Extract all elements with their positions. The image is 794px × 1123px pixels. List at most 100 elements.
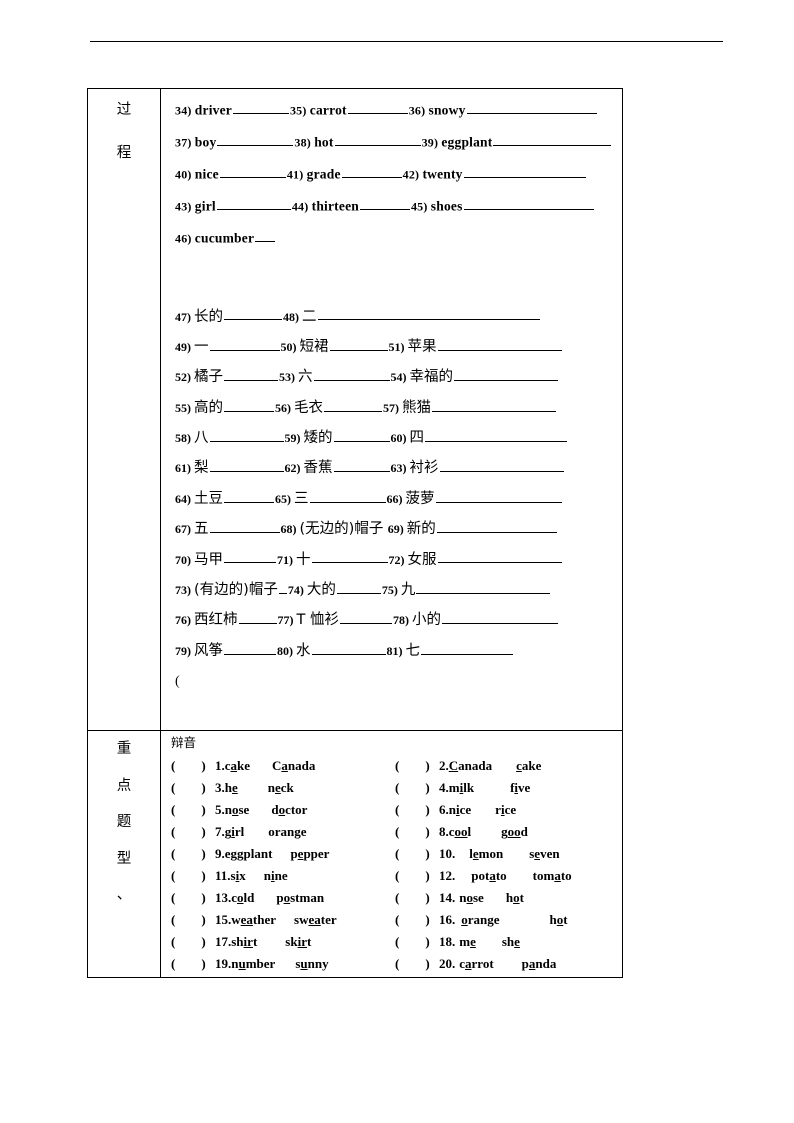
paren-close: ) — [425, 845, 430, 861]
answer-parenthesis-box[interactable]: () — [171, 891, 215, 904]
answer-blank[interactable] — [441, 610, 558, 625]
answer-blank[interactable] — [359, 197, 410, 211]
answer-blank[interactable] — [341, 165, 402, 179]
answer-blank[interactable] — [224, 641, 276, 655]
answer-parenthesis-box[interactable]: () — [171, 869, 215, 882]
answer-blank[interactable] — [416, 580, 551, 594]
phonetics-item-number: 3. — [215, 779, 225, 795]
answer-blank[interactable] — [324, 398, 382, 412]
paren-open: ( — [395, 889, 400, 905]
phonetics-row: () 7.girl orange() 8.cool good — [171, 825, 614, 838]
phonetics-item: () 13.cold postman — [171, 891, 395, 904]
item-number: 71) — [277, 552, 296, 567]
answer-blank[interactable] — [432, 398, 556, 412]
answer-blank[interactable] — [217, 133, 294, 147]
answer-parenthesis-box[interactable]: () — [171, 957, 215, 970]
answer-blank[interactable] — [209, 519, 280, 534]
answer-parenthesis-box[interactable]: () — [395, 759, 439, 772]
item-prompt-word: shoes — [430, 198, 463, 214]
item-prompt-word: 毛衣 — [294, 399, 323, 416]
answer-blank[interactable] — [224, 398, 274, 412]
answer-blank[interactable] — [466, 101, 597, 115]
answer-blank[interactable] — [278, 580, 287, 594]
answer-parenthesis-box[interactable]: () — [395, 891, 439, 904]
answer-parenthesis-box[interactable]: () — [171, 825, 215, 838]
answer-parenthesis-box[interactable]: () — [395, 825, 439, 838]
row-label-key-cell: 重点题型、 — [87, 730, 161, 978]
item-prompt-word: driver — [194, 102, 232, 118]
paren-close: ) — [425, 933, 430, 949]
answer-blank[interactable] — [224, 307, 282, 321]
answer-blank[interactable] — [209, 428, 284, 442]
answer-parenthesis-box[interactable]: () — [395, 803, 439, 816]
answer-parenthesis-box[interactable]: () — [395, 869, 439, 882]
item-number: 47) — [175, 309, 194, 324]
word-fragment: mon — [478, 845, 504, 861]
answer-blank[interactable] — [317, 307, 540, 321]
answer-blank[interactable] — [255, 229, 276, 243]
answer-blank[interactable] — [219, 165, 286, 179]
answer-blank[interactable] — [209, 458, 284, 473]
word-fragment: range — [467, 911, 500, 927]
paren-open: ( — [395, 955, 400, 971]
answer-blank[interactable] — [216, 197, 291, 211]
answer-blank[interactable] — [224, 550, 276, 564]
phonetics-row: () 19.number sunny() 20. carrot panda — [171, 957, 614, 970]
answer-parenthesis-box[interactable]: () — [171, 913, 215, 926]
answer-blank[interactable] — [336, 580, 381, 594]
word-fragment: pper — [303, 845, 330, 861]
answer-blank[interactable] — [311, 550, 388, 564]
answer-blank[interactable] — [463, 165, 586, 179]
answer-blank[interactable] — [439, 458, 564, 473]
answer-blank[interactable] — [347, 101, 408, 115]
item-prompt-word: twenty — [422, 166, 463, 182]
answer-blank[interactable] — [463, 197, 594, 211]
answer-parenthesis-box[interactable]: () — [395, 781, 439, 794]
answer-blank[interactable] — [425, 428, 567, 442]
word-fragment: nda — [535, 955, 557, 971]
phonetics-word-second: hot — [550, 912, 568, 927]
answer-blank[interactable] — [224, 489, 274, 503]
answer-blank[interactable] — [309, 489, 386, 503]
answer-blank[interactable] — [437, 337, 562, 351]
word-fragment: n — [448, 801, 456, 817]
answer-blank[interactable] — [339, 610, 392, 625]
answer-blank[interactable] — [238, 610, 277, 625]
answer-parenthesis-box[interactable]: () — [171, 847, 215, 860]
answer-blank[interactable] — [436, 519, 557, 534]
answer-parenthesis-box[interactable]: () — [395, 935, 439, 948]
item-number: 75) — [381, 582, 401, 597]
answer-parenthesis-box[interactable]: () — [395, 913, 439, 926]
answer-parenthesis-box[interactable]: () — [395, 847, 439, 860]
item-prompt-word: 长的 — [194, 308, 223, 325]
answer-parenthesis-box[interactable]: () — [395, 957, 439, 970]
answer-blank[interactable] — [334, 133, 421, 147]
answer-blank[interactable] — [224, 367, 278, 382]
phonetics-item: () 19.number sunny — [171, 957, 395, 970]
answer-parenthesis-box[interactable]: () — [171, 803, 215, 816]
answer-blank[interactable] — [454, 367, 558, 382]
item-number: 38) — [294, 135, 315, 150]
table-row-process: 过程 34) driver 35) carrot 36) snowy 37) boy 3… — [87, 87, 623, 732]
paren-close: ) — [425, 779, 430, 795]
answer-blank[interactable] — [311, 641, 386, 655]
answer-blank[interactable] — [437, 550, 562, 564]
item-prompt-word: 高的 — [194, 399, 223, 416]
answer-blank[interactable] — [333, 428, 390, 442]
answer-blank[interactable] — [329, 337, 388, 351]
answer-blank[interactable] — [313, 367, 390, 382]
answer-blank[interactable] — [333, 458, 390, 473]
answer-parenthesis-box[interactable]: () — [171, 759, 215, 772]
paren-close: ) — [201, 889, 206, 905]
answer-blank[interactable] — [493, 133, 612, 147]
answer-blank[interactable] — [209, 337, 280, 351]
phonetics-item: () 1.cake Canada — [171, 759, 395, 772]
word-fragment: ther — [252, 911, 277, 927]
answer-blank[interactable] — [435, 489, 562, 503]
answer-parenthesis-box[interactable]: () — [171, 935, 215, 948]
answer-blank[interactable] — [421, 641, 513, 655]
answer-blank[interactable] — [232, 101, 289, 115]
paren-close: ) — [201, 911, 206, 927]
item-number: 34) — [175, 103, 195, 118]
answer-parenthesis-box[interactable]: () — [171, 781, 215, 794]
